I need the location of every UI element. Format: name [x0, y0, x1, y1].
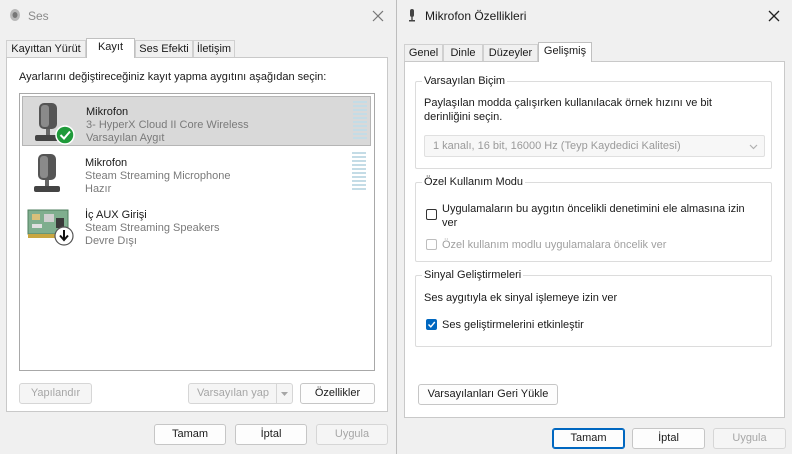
restore-defaults-button[interactable]: Varsayılanları Geri Yükle	[418, 384, 558, 405]
tab-communications[interactable]: İletişim	[193, 40, 235, 57]
enable-enhancements-checkbox[interactable]	[426, 319, 437, 330]
signal-enhancements-group	[415, 275, 772, 347]
default-format-title: Varsayılan Biçim	[422, 75, 508, 87]
recording-instruction: Ayarlarını değiştireceğiniz kayıt yapma …	[19, 71, 327, 83]
chevron-down-icon	[749, 144, 758, 150]
device-name: Mikrofon	[86, 106, 129, 118]
device-description: Steam Streaming Microphone	[85, 170, 231, 182]
mic-properties-titlebar: Mikrofon Özellikleri	[397, 0, 792, 32]
list-item-device[interactable]: İç AUX Girişi Steam Streaming Speakers D…	[22, 200, 371, 250]
microphone-icon	[409, 9, 415, 22]
mic-ok-button[interactable]: Tamam	[552, 428, 625, 449]
device-name: İç AUX Girişi	[85, 209, 147, 221]
default-format-description: Paylaşılan modda çalışırken kullanılacak…	[424, 97, 712, 123]
device-status: Devre Dışı	[85, 235, 137, 247]
tab-sound-effects[interactable]: Ses Efekti	[135, 40, 193, 57]
set-default-dropdown[interactable]	[276, 384, 292, 403]
allow-exclusive-checkbox[interactable]	[426, 209, 437, 220]
default-check-icon	[55, 125, 75, 145]
exclusive-priority-label: Özel kullanım modlu uygulamalara öncelik…	[442, 239, 667, 251]
mic-properties-window: Mikrofon Özellikleri Genel Dinle Düzeyle…	[396, 0, 792, 454]
tab-playback[interactable]: Kayıttan Yürüt	[6, 40, 86, 57]
speaker-app-icon	[10, 9, 20, 21]
tab-recording[interactable]: Kayıt	[86, 38, 135, 58]
device-name: Mikrofon	[85, 157, 128, 169]
level-meter	[352, 152, 366, 192]
properties-button[interactable]: Özellikler	[300, 383, 375, 404]
advanced-panel: Varsayılan Biçim Paylaşılan modda çalışı…	[404, 61, 785, 418]
set-default-button[interactable]: Varsayılan yap	[188, 383, 293, 404]
signal-enhancements-description: Ses aygıtıyla ek sinyal işlemeye izin ve…	[424, 292, 618, 304]
enable-enhancements-label: Ses geliştirmelerini etkinleştir	[442, 319, 584, 331]
sound-apply-button[interactable]: Uygula	[316, 424, 388, 445]
exclusive-priority-checkbox[interactable]	[426, 239, 437, 250]
disabled-arrow-icon	[54, 226, 74, 246]
recording-device-list[interactable]: Mikrofon 3- HyperX Cloud II Core Wireles…	[19, 93, 375, 371]
chevron-down-icon	[281, 392, 288, 396]
tab-listen[interactable]: Dinle	[443, 44, 483, 61]
checkmark-icon	[428, 321, 436, 328]
sample-rate-value: 1 kanalı, 16 bit, 16000 Hz (Teyp Kaydedi…	[433, 140, 681, 152]
configure-button[interactable]: Yapılandır	[19, 383, 92, 404]
set-default-label: Varsayılan yap	[197, 387, 269, 399]
close-icon	[372, 10, 384, 22]
list-item-device[interactable]: Mikrofon Steam Streaming Microphone Hazı…	[22, 148, 371, 198]
device-description: Steam Streaming Speakers	[85, 222, 220, 234]
signal-enhancements-title: Sinyal Geliştirmeleri	[422, 269, 524, 281]
sound-window: Ses Kayıttan Yürüt Kayıt Ses Efekti İlet…	[0, 0, 396, 454]
microphone-icon	[34, 154, 60, 192]
sound-window-title: Ses	[28, 9, 49, 23]
sound-ok-button[interactable]: Tamam	[154, 424, 226, 445]
list-item-device[interactable]: Mikrofon 3- HyperX Cloud II Core Wireles…	[22, 96, 371, 146]
device-status: Hazır	[85, 183, 112, 195]
mic-cancel-button[interactable]: İptal	[632, 428, 705, 449]
tab-advanced[interactable]: Gelişmiş	[538, 42, 592, 62]
exclusive-mode-title: Özel Kullanım Modu	[422, 176, 526, 188]
mic-close-button[interactable]	[764, 6, 784, 26]
device-status: Varsayılan Aygıt	[86, 132, 165, 144]
sample-rate-select[interactable]: 1 kanalı, 16 bit, 16000 Hz (Teyp Kaydedi…	[424, 135, 765, 157]
mic-apply-button[interactable]: Uygula	[713, 428, 786, 449]
sound-titlebar: Ses	[0, 0, 396, 32]
tab-general[interactable]: Genel	[404, 44, 443, 61]
tab-levels[interactable]: Düzeyler	[483, 44, 538, 61]
sound-close-button[interactable]	[368, 6, 388, 26]
device-description: 3- HyperX Cloud II Core Wireless	[86, 119, 249, 131]
microphone-icon	[35, 103, 75, 145]
level-meter	[353, 101, 367, 141]
close-icon	[768, 10, 780, 22]
allow-exclusive-label: Uygulamaların bu aygıtın öncelikli denet…	[442, 203, 745, 229]
sound-cancel-button[interactable]: İptal	[235, 424, 307, 445]
circuit-board-icon	[27, 209, 74, 246]
mic-properties-title: Mikrofon Özellikleri	[425, 9, 527, 23]
